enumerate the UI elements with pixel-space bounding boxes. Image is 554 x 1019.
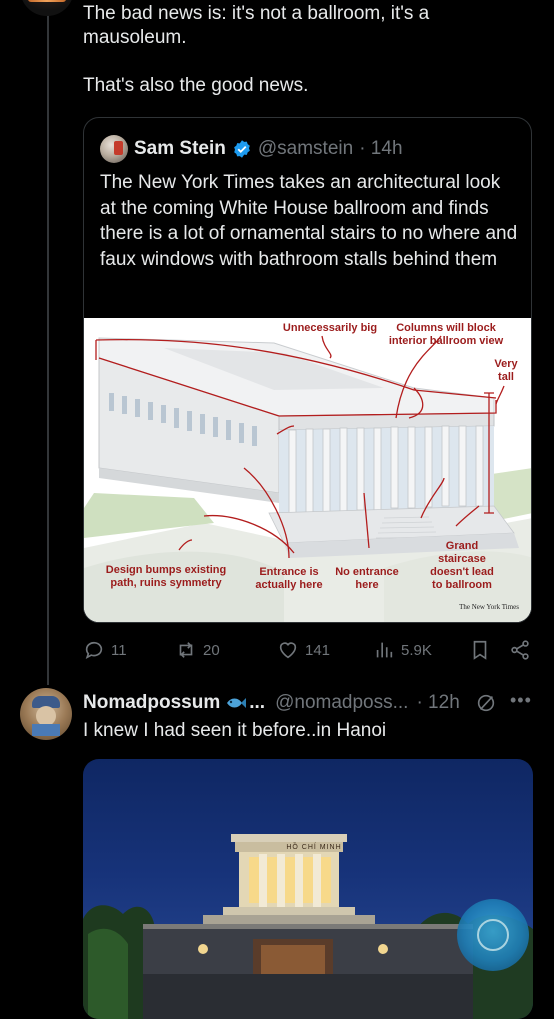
reply-count: 11 — [111, 641, 127, 659]
mausoleum-photo[interactable]: HỒ CHÍ MINH — [83, 759, 533, 1019]
author-name[interactable]: Nomadpossum — [83, 692, 220, 714]
annotation-unnecessarily-big: Unnecessarily big — [282, 322, 378, 334]
quoted-tweet[interactable]: Sam Stein @samstein · 14h The New York T… — [83, 117, 532, 623]
annotation-entrance: Entrance is actually here — [255, 566, 323, 591]
bookmark-icon — [473, 640, 487, 660]
annotation-design-bumps: Design bumps existing path, ruins symmet… — [105, 564, 227, 589]
mausoleum-illustration — [83, 834, 533, 1019]
repost-button[interactable]: 20 — [175, 632, 220, 668]
avatar[interactable] — [100, 135, 128, 163]
avatar[interactable] — [20, 688, 72, 740]
view-count: 5.9K — [401, 641, 432, 659]
share-icon — [511, 640, 529, 660]
reply-text: I knew I had seen it before..in Hanoi — [83, 720, 387, 741]
image-credit: The New York Times — [459, 603, 519, 611]
avatar[interactable] — [20, 0, 74, 16]
quote-header: Sam Stein @samstein · 14h — [100, 135, 403, 163]
annotation-very-tall: Very tall — [494, 358, 518, 383]
repost-icon — [179, 642, 193, 658]
views-icon — [376, 642, 393, 658]
reply-header: Nomadpossum ... @nomadposs... · 12h — [83, 690, 533, 716]
mausoleum-sign: HỒ CHÍ MINH — [286, 844, 342, 851]
annotation-grand-staircase: Grand staircase doesn't lead to ballroom — [430, 540, 494, 591]
thread-line — [47, 0, 49, 685]
timestamp[interactable]: · 12h — [416, 692, 459, 714]
annotation-no-entrance: No entrance here — [335, 566, 399, 591]
grok-icon[interactable] — [475, 692, 497, 714]
like-button[interactable]: 141 — [277, 632, 330, 668]
like-count: 141 — [305, 641, 331, 659]
bookmark-button[interactable] — [469, 632, 491, 668]
verified-badge-icon — [234, 140, 250, 158]
name-truncation: ... — [249, 692, 266, 713]
author-handle[interactable]: @nomadposs... — [275, 692, 408, 714]
fish-emoji-icon — [227, 698, 247, 708]
reply-icon — [85, 641, 103, 660]
reply-button[interactable]: 11 — [83, 632, 127, 668]
floating-badge[interactable] — [457, 899, 529, 971]
share-button[interactable] — [509, 632, 531, 668]
more-options-button[interactable]: ••• — [510, 690, 532, 711]
author-handle[interactable]: @samstein — [258, 138, 353, 160]
timestamp[interactable]: · 14h — [359, 138, 402, 160]
views-button[interactable]: 5.9K — [373, 632, 432, 668]
tweet-actions: 11 20 141 5.9K — [83, 632, 533, 668]
repost-count: 20 — [203, 641, 220, 659]
annotated-diagram-image[interactable]: Unnecessarily big Columns will block int… — [84, 318, 531, 622]
author-name[interactable]: Sam Stein — [134, 138, 226, 160]
annotation-columns: Columns will block interior ballroom vie… — [388, 322, 504, 347]
heart-icon — [279, 642, 297, 659]
tweet-text: The bad news is: it's not a ballroom, it… — [83, 3, 430, 96]
quote-text: The New York Times takes an architectura… — [100, 172, 518, 270]
